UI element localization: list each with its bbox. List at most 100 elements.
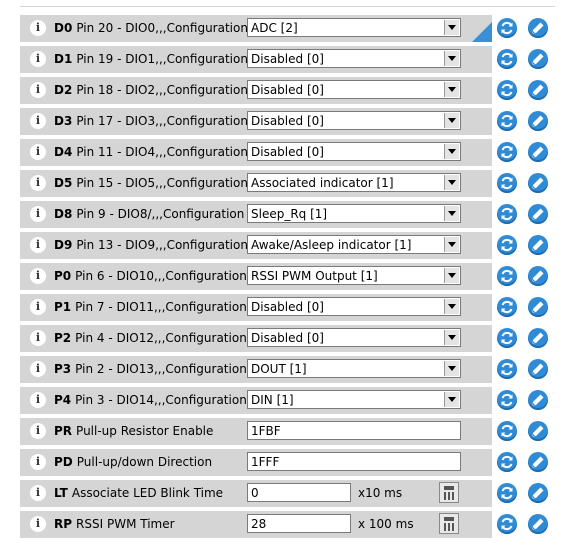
dropdown-arrow-icon[interactable] — [444, 237, 459, 252]
setting-input[interactable]: 28 — [247, 514, 351, 533]
setting-description: Pin 15 - DIO5,,,Configuration — [76, 176, 248, 190]
setting-dropdown[interactable]: Disabled [0] — [247, 111, 461, 130]
pencil-icon[interactable] — [528, 80, 548, 100]
refresh-icon[interactable] — [497, 452, 517, 472]
dropdown-arrow-icon[interactable] — [444, 175, 459, 190]
info-icon[interactable]: i — [30, 82, 46, 98]
dropdown-arrow-icon[interactable] — [444, 392, 459, 407]
calculator-icon[interactable] — [439, 513, 459, 534]
setting-description: Pin 2 - DIO13,,,Configuration — [75, 362, 247, 376]
setting-label: LT Associate LED Blink Time — [54, 486, 223, 500]
info-icon[interactable]: i — [30, 268, 46, 284]
dropdown-arrow-icon[interactable] — [444, 206, 459, 221]
info-icon[interactable]: i — [30, 51, 46, 67]
setting-dropdown[interactable]: DIN [1] — [247, 390, 461, 409]
setting-dropdown[interactable]: Sleep_Rq [1] — [247, 204, 461, 223]
setting-code: D3 — [54, 114, 73, 128]
setting-input[interactable]: 0 — [247, 483, 351, 502]
setting-dropdown[interactable]: Disabled [0] — [247, 328, 461, 347]
pencil-icon[interactable] — [528, 359, 548, 379]
refresh-icon[interactable] — [497, 80, 517, 100]
dropdown-arrow-icon[interactable] — [444, 268, 459, 283]
setting-row-lt: i LT Associate LED Blink Time 0 x10 ms — [20, 480, 492, 507]
refresh-icon[interactable] — [497, 266, 517, 286]
refresh-icon[interactable] — [497, 483, 517, 503]
setting-dropdown[interactable]: Disabled [0] — [247, 142, 461, 161]
setting-input[interactable]: 1FBF — [247, 421, 461, 440]
pencil-icon[interactable] — [528, 328, 548, 348]
setting-code: P3 — [54, 362, 72, 376]
info-icon[interactable]: i — [30, 516, 46, 532]
pencil-icon[interactable] — [528, 390, 548, 410]
refresh-icon[interactable] — [497, 235, 517, 255]
dropdown-arrow-icon[interactable] — [444, 361, 459, 376]
pencil-icon[interactable] — [528, 173, 548, 193]
pencil-icon[interactable] — [528, 49, 548, 69]
unit-label: x10 ms — [358, 486, 403, 500]
pencil-icon[interactable] — [528, 142, 548, 162]
setting-label: D0 Pin 20 - DIO0,,,Configuration — [54, 21, 248, 35]
refresh-icon[interactable] — [497, 297, 517, 317]
info-icon[interactable]: i — [30, 392, 46, 408]
pencil-icon[interactable] — [528, 111, 548, 131]
setting-label: D3 Pin 17 - DIO3,,,Configuration — [54, 114, 248, 128]
setting-label: D5 Pin 15 - DIO5,,,Configuration — [54, 176, 248, 190]
setting-dropdown[interactable]: Awake/Asleep indicator [1] — [247, 235, 461, 254]
info-icon[interactable]: i — [30, 330, 46, 346]
calculator-icon[interactable] — [439, 482, 459, 503]
refresh-icon[interactable] — [497, 204, 517, 224]
refresh-icon[interactable] — [497, 142, 517, 162]
info-icon[interactable]: i — [30, 299, 46, 315]
pencil-icon[interactable] — [528, 483, 548, 503]
setting-dropdown[interactable]: ADC [2] — [247, 18, 461, 37]
pencil-icon[interactable] — [528, 266, 548, 286]
info-icon[interactable]: i — [30, 20, 46, 36]
pencil-icon[interactable] — [528, 421, 548, 441]
info-icon[interactable]: i — [30, 206, 46, 222]
info-icon[interactable]: i — [30, 144, 46, 160]
refresh-icon[interactable] — [497, 111, 517, 131]
input-value: 28 — [251, 517, 267, 531]
pencil-icon[interactable] — [528, 452, 548, 472]
info-icon[interactable]: i — [30, 113, 46, 129]
refresh-icon[interactable] — [497, 328, 517, 348]
setting-dropdown[interactable]: Disabled [0] — [247, 49, 461, 68]
info-icon[interactable]: i — [30, 175, 46, 191]
setting-description: RSSI PWM Timer — [76, 517, 175, 531]
pencil-icon[interactable] — [528, 18, 548, 38]
refresh-icon[interactable] — [497, 514, 517, 534]
dropdown-arrow-icon[interactable] — [444, 82, 459, 97]
pencil-icon[interactable] — [528, 297, 548, 317]
pencil-icon[interactable] — [528, 204, 548, 224]
info-icon[interactable]: i — [30, 423, 46, 439]
pencil-icon[interactable] — [528, 235, 548, 255]
refresh-icon[interactable] — [497, 18, 517, 38]
refresh-icon[interactable] — [497, 359, 517, 379]
dropdown-value: Disabled [0] — [251, 145, 324, 159]
info-icon[interactable]: i — [30, 454, 46, 470]
setting-row-d3: i D3 Pin 17 - DIO3,,,Configuration Disabled… — [20, 108, 492, 135]
setting-dropdown[interactable]: Disabled [0] — [247, 80, 461, 99]
setting-dropdown[interactable]: Disabled [0] — [247, 297, 461, 316]
setting-description: Pin 11 - DIO4,,,Configuration — [76, 145, 248, 159]
refresh-icon[interactable] — [497, 173, 517, 193]
refresh-icon[interactable] — [497, 390, 517, 410]
dropdown-arrow-icon[interactable] — [444, 51, 459, 66]
dropdown-arrow-icon[interactable] — [444, 330, 459, 345]
refresh-icon[interactable] — [497, 421, 517, 441]
setting-dropdown[interactable]: RSSI PWM Output [1] — [247, 266, 461, 285]
dropdown-value: Awake/Asleep indicator [1] — [251, 238, 412, 252]
dropdown-value: ADC [2] — [251, 21, 298, 35]
dropdown-arrow-icon[interactable] — [444, 20, 459, 35]
refresh-icon[interactable] — [497, 49, 517, 69]
info-icon[interactable]: i — [30, 361, 46, 377]
pencil-icon[interactable] — [528, 514, 548, 534]
info-icon[interactable]: i — [30, 485, 46, 501]
setting-dropdown[interactable]: Associated indicator [1] — [247, 173, 461, 192]
setting-dropdown[interactable]: DOUT [1] — [247, 359, 461, 378]
setting-input[interactable]: 1FFF — [247, 452, 461, 471]
dropdown-arrow-icon[interactable] — [444, 299, 459, 314]
dropdown-arrow-icon[interactable] — [444, 144, 459, 159]
dropdown-arrow-icon[interactable] — [444, 113, 459, 128]
info-icon[interactable]: i — [30, 237, 46, 253]
